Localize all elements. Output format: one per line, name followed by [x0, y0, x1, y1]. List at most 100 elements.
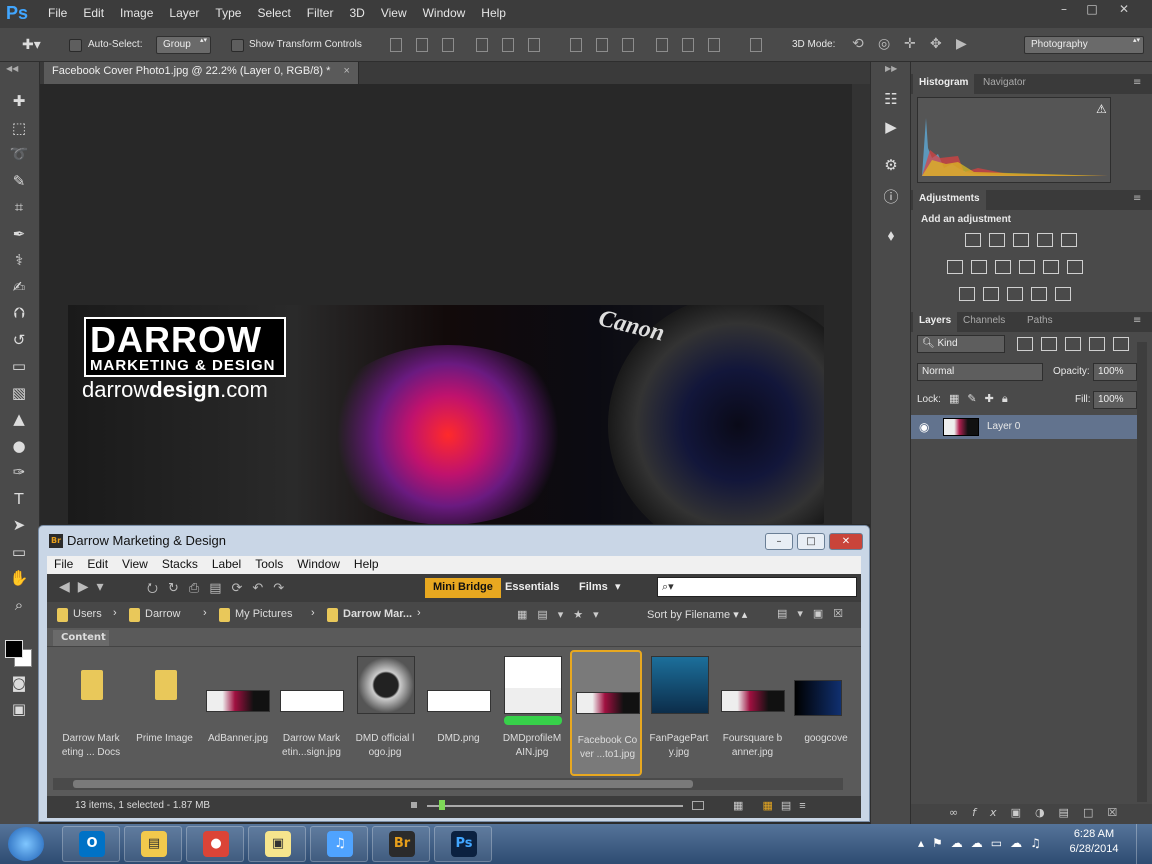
- thumbnail-item[interactable]: DMD.png: [423, 650, 495, 776]
- workspace-dropdown[interactable]: Photography: [1024, 36, 1144, 54]
- 3d-mode-icon-3[interactable]: ✛: [904, 36, 916, 52]
- zoom-tool-icon[interactable]: ⌕: [8, 594, 30, 616]
- layers-scrollbar[interactable]: [1137, 342, 1147, 802]
- zoom-in-icon[interactable]: [692, 801, 704, 810]
- clock[interactable]: 6:28 AM 6/28/2014: [1066, 828, 1122, 855]
- panel-menu-icon[interactable]: ≡: [1133, 77, 1141, 88]
- properties-icon[interactable]: ⚙: [881, 156, 901, 176]
- taskbar-photoshop[interactable]: Ps: [434, 826, 492, 862]
- pen-tool-icon[interactable]: ✑: [8, 461, 30, 483]
- menu-3d[interactable]: 3D: [341, 6, 372, 20]
- bridge-menu-stacks[interactable]: Stacks: [155, 556, 205, 574]
- thumbnail-item[interactable]: Prime Image: [129, 650, 201, 776]
- adjustment-icon-7[interactable]: [971, 260, 987, 274]
- tab-paths[interactable]: Paths: [1021, 312, 1059, 332]
- filter-circle-icon[interactable]: [1041, 337, 1057, 351]
- 3d-mode-icon-5[interactable]: ▶: [956, 36, 967, 52]
- slider-handle[interactable]: [439, 800, 445, 810]
- layer-name[interactable]: Layer 0: [987, 421, 1020, 432]
- collapse-toolbar-icon[interactable]: ◀◀: [6, 64, 18, 73]
- actions-icon[interactable]: ▶: [881, 118, 901, 138]
- sort-dropdown[interactable]: Sort by Filename ▾ ▴: [647, 608, 747, 621]
- move-tool-preset-icon[interactable]: ✚▾: [22, 37, 41, 53]
- adjustment-icon-16[interactable]: [1055, 287, 1071, 301]
- thumbnail-item[interactable]: googcove: [790, 650, 862, 776]
- shape-tool-icon[interactable]: ▭: [8, 541, 30, 563]
- bridge-menu-tools[interactable]: Tools: [248, 556, 290, 574]
- bridge-menu-label[interactable]: Label: [205, 556, 248, 574]
- adjustments-menu-icon[interactable]: ≡: [1133, 193, 1141, 204]
- tab-adjustments[interactable]: Adjustments: [913, 190, 986, 210]
- quick-select-tool-icon[interactable]: ✎: [8, 170, 30, 192]
- adjustment-icon-2[interactable]: [989, 233, 1005, 247]
- tab-histogram[interactable]: Histogram: [913, 74, 975, 94]
- menu-view[interactable]: View: [373, 6, 415, 20]
- layers-footer-buttons[interactable]: ∞fx▣◑▤□☒: [911, 804, 1152, 824]
- align-icon-5[interactable]: [502, 38, 514, 52]
- menu-window[interactable]: Window: [415, 6, 474, 20]
- bridge-menu-window[interactable]: Window: [290, 556, 347, 574]
- taskbar-outlook[interactable]: O: [62, 826, 120, 862]
- align-icon-13[interactable]: [750, 38, 762, 52]
- filter-T-icon[interactable]: [1065, 337, 1081, 351]
- path-select-tool-icon[interactable]: ➤: [8, 514, 30, 536]
- show-desktop-button[interactable]: [1136, 824, 1152, 864]
- restore-button[interactable]: □: [1078, 2, 1106, 20]
- start-button[interactable]: [8, 827, 44, 861]
- bridge-maximize-button[interactable]: □: [797, 533, 825, 550]
- breadcrumb-item[interactable]: Darrow: [145, 608, 180, 620]
- align-icon-10[interactable]: [656, 38, 668, 52]
- blur-tool-icon[interactable]: ▲: [8, 408, 30, 430]
- zoom-out-icon[interactable]: [411, 802, 417, 808]
- view-mode-icons[interactable]: ▦ ▦▤≡: [733, 799, 814, 812]
- eyedropper-tool-icon[interactable]: ✒: [8, 223, 30, 245]
- taskbar-itunes[interactable]: ♫: [310, 826, 368, 862]
- bridge-tool-icons[interactable]: ⭮↻⎙▤⟳↶↷: [147, 579, 294, 601]
- folder-action-icons[interactable]: ▤▾▣☒: [777, 607, 853, 620]
- collapse-dock-icon[interactable]: ▶▶: [885, 64, 897, 73]
- menu-file[interactable]: File: [40, 6, 75, 20]
- minimize-button[interactable]: –: [1050, 2, 1078, 20]
- thumbnail-item[interactable]: Darrow Mark eting ... Docs: [55, 650, 127, 776]
- align-icon-1[interactable]: [390, 38, 402, 52]
- breadcrumb-item[interactable]: My Pictures: [235, 608, 292, 620]
- tab-layers[interactable]: Layers: [913, 312, 958, 332]
- lock-icons[interactable]: ▦✎✚🔒︎: [949, 392, 1016, 406]
- layers-menu-icon[interactable]: ≡: [1133, 315, 1141, 326]
- workspace-films[interactable]: Films: [579, 581, 608, 593]
- bridge-menu-view[interactable]: View: [115, 556, 155, 574]
- system-tray-icons[interactable]: ▴⚑☁☁▭☁♫: [918, 836, 1049, 850]
- adjustment-icon-8[interactable]: [995, 260, 1011, 274]
- menu-select[interactable]: Select: [249, 6, 298, 20]
- workspace-dropdown-icon[interactable]: ▾: [615, 580, 621, 593]
- adjustment-icon-3[interactable]: [1013, 233, 1029, 247]
- thumbnail-item[interactable]: DMDprofileM AIN.jpg: [496, 650, 568, 776]
- warning-icon[interactable]: ⚠: [1096, 102, 1107, 116]
- menu-filter[interactable]: Filter: [299, 6, 342, 20]
- align-icon-4[interactable]: [476, 38, 488, 52]
- thumbnail-item[interactable]: Facebook Co ver ...to1.jpg: [569, 650, 642, 776]
- adjustment-icon-1[interactable]: [965, 233, 981, 247]
- adjustment-icon-6[interactable]: [947, 260, 963, 274]
- align-icon-7[interactable]: [570, 38, 582, 52]
- bridge-menu-edit[interactable]: Edit: [80, 556, 115, 574]
- opacity-field[interactable]: 100%: [1093, 363, 1137, 381]
- view-filter-icons[interactable]: ▦▤▾★▾: [517, 608, 609, 621]
- menu-help[interactable]: Help: [473, 6, 514, 20]
- taskbar-sticky-notes[interactable]: ▣: [248, 826, 306, 862]
- align-icon-2[interactable]: [416, 38, 428, 52]
- close-button[interactable]: ✕: [1110, 2, 1138, 20]
- thumbnail-item[interactable]: Foursquare b anner.jpg: [717, 650, 789, 776]
- menu-edit[interactable]: Edit: [75, 6, 112, 20]
- menu-image[interactable]: Image: [112, 6, 161, 20]
- history-brush-tool-icon[interactable]: ↺: [8, 329, 30, 351]
- visibility-eye-icon[interactable]: ◉: [919, 420, 929, 434]
- adjustment-icon-13[interactable]: [983, 287, 999, 301]
- clone-source-icon[interactable]: ⬧: [881, 226, 901, 246]
- adjustment-icon-10[interactable]: [1043, 260, 1059, 274]
- document-tab[interactable]: Facebook Cover Photo1.jpg @ 22.2% (Layer…: [44, 62, 359, 84]
- tab-navigator[interactable]: Navigator: [977, 74, 1032, 94]
- thumbnail-item[interactable]: AdBanner.jpg: [202, 650, 274, 776]
- menu-layer[interactable]: Layer: [161, 6, 207, 20]
- filter-layer-icon[interactable]: [1113, 337, 1129, 351]
